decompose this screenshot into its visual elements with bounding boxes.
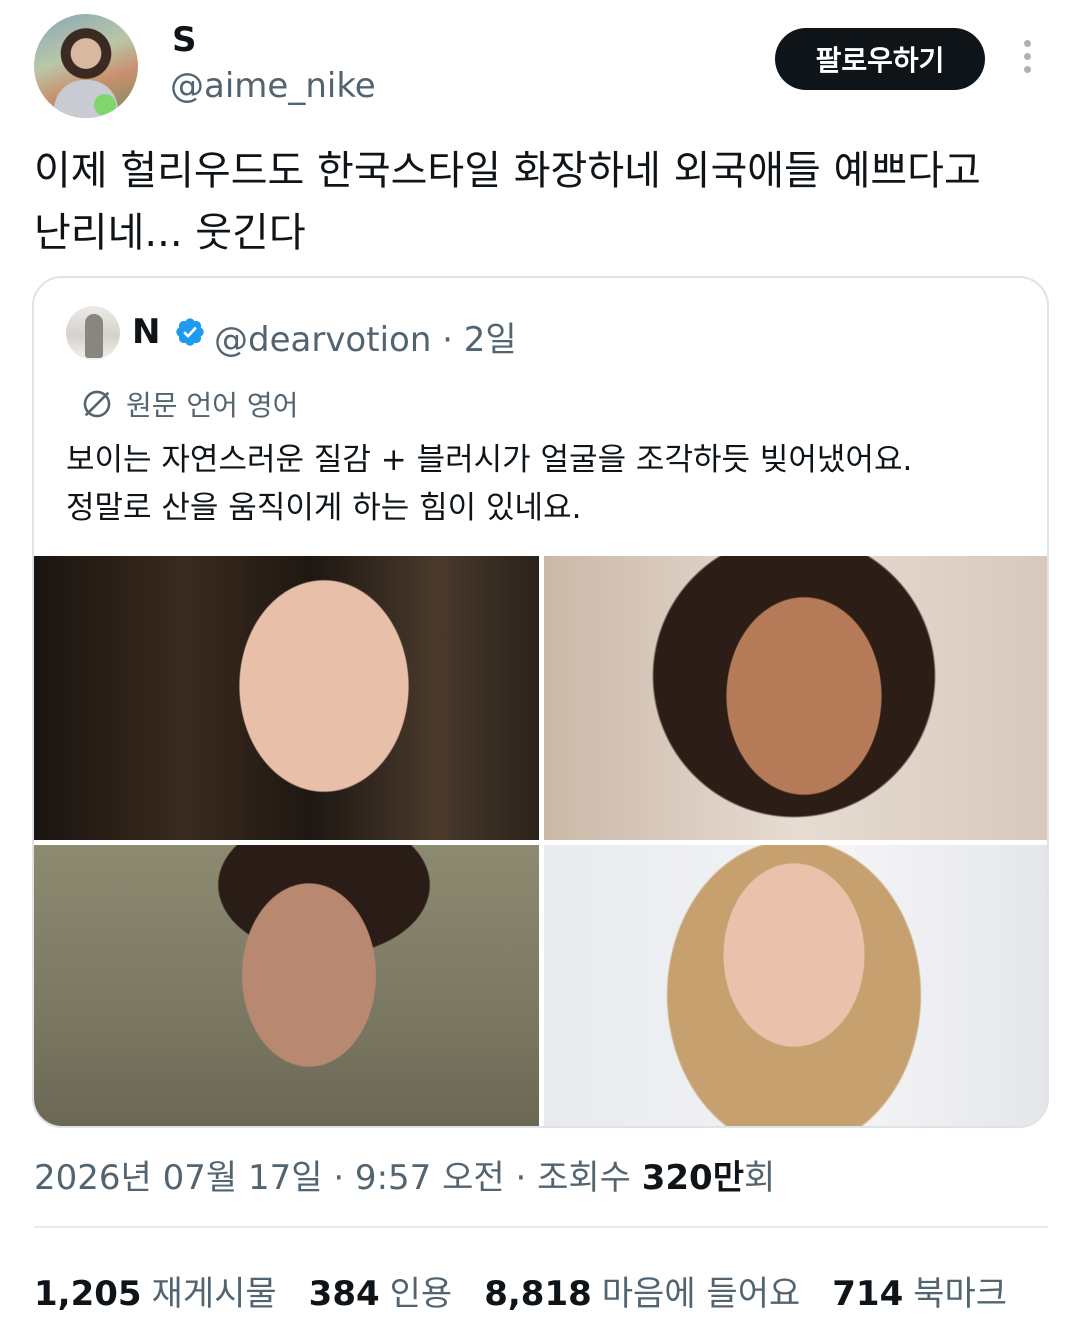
stat-number: 8,818 <box>484 1274 592 1314</box>
translate-label: 원문 언어 영어 <box>126 389 299 422</box>
media-photo-2[interactable] <box>544 556 1047 840</box>
stat-number: 384 <box>308 1274 380 1314</box>
quoted-author-handle-time[interactable]: @dearvotion · 2일 <box>214 312 517 361</box>
tweet-metadata: 2026년 07월 17일 · 9:57 오전 · 조회수 320만회 <box>34 1150 775 1199</box>
views-suffix: 회 <box>744 1158 776 1198</box>
tweet-text-line: 이제 헐리우드도 한국스타일 화장하네 외국애들 예쁘다고 <box>34 148 981 194</box>
author-handle[interactable]: @aime_nike <box>170 66 376 106</box>
author-display-name[interactable]: S <box>172 20 197 60</box>
quoted-tweet-card[interactable]: N @dearvotion · 2일 원문 언어 영어 보이는 자연스러운 질감… <box>32 276 1049 1128</box>
author-avatar[interactable] <box>34 14 138 118</box>
verified-badge-icon <box>176 318 204 346</box>
timestamp-views[interactable]: 2026년 07월 17일 · 9:57 오전 · 조회수 <box>34 1158 642 1198</box>
quoted-author-avatar[interactable] <box>66 306 120 360</box>
tweet-text: 이제 헐리우드도 한국스타일 화장하네 외국애들 예쁘다고 난리네... 웃긴다 <box>34 140 1044 264</box>
stat-number: 714 <box>832 1274 904 1314</box>
media-photo-1[interactable] <box>34 556 539 840</box>
avatar-object <box>94 94 116 116</box>
quoted-text-line: 정말로 산을 움직이게 하는 힘이 있네요. <box>66 490 582 526</box>
stat-reposts[interactable]: 1,205 재게시물 <box>34 1266 277 1315</box>
media-grid <box>34 556 1047 1126</box>
stat-label: 인용 <box>389 1274 453 1314</box>
stat-number: 1,205 <box>34 1274 142 1314</box>
tweet-text-line: 난리네... 웃긴다 <box>34 210 306 256</box>
stat-quotes[interactable]: 384 인용 <box>309 1266 453 1315</box>
stat-likes[interactable]: 8,818 마음에 들어요 <box>484 1266 800 1315</box>
media-photo-4[interactable] <box>544 845 1047 1126</box>
quoted-text-line: 보이는 자연스러운 질감 + 블러시가 얼굴을 조각하듯 빚어냈어요. <box>66 442 913 478</box>
translate-row[interactable]: 원문 언어 영어 <box>80 384 298 424</box>
views-count: 320만 <box>641 1158 744 1198</box>
stat-bookmarks[interactable]: 714 북마크 <box>832 1266 1007 1315</box>
media-photo-3[interactable] <box>34 845 539 1126</box>
more-options-icon[interactable] <box>1016 40 1038 78</box>
engagement-stats: 1,205 재게시물 384 인용 8,818 마음에 들어요 714 북마크 <box>34 1266 1039 1315</box>
quoted-tweet-text: 보이는 자연스러운 질감 + 블러시가 얼굴을 조각하듯 빚어냈어요. 정말로 … <box>66 436 1026 532</box>
tweet-detail: S @aime_nike 팔로우하기 이제 헐리우드도 한국스타일 화장하네 외… <box>0 0 1080 1338</box>
follow-button[interactable]: 팔로우하기 <box>775 28 985 90</box>
stat-label: 북마크 <box>913 1274 1008 1314</box>
quoted-author-name[interactable]: N <box>132 312 160 352</box>
divider <box>34 1226 1048 1228</box>
translate-globe-icon <box>83 390 111 418</box>
stat-label: 마음에 들어요 <box>601 1274 801 1314</box>
stat-label: 재게시물 <box>151 1274 277 1314</box>
